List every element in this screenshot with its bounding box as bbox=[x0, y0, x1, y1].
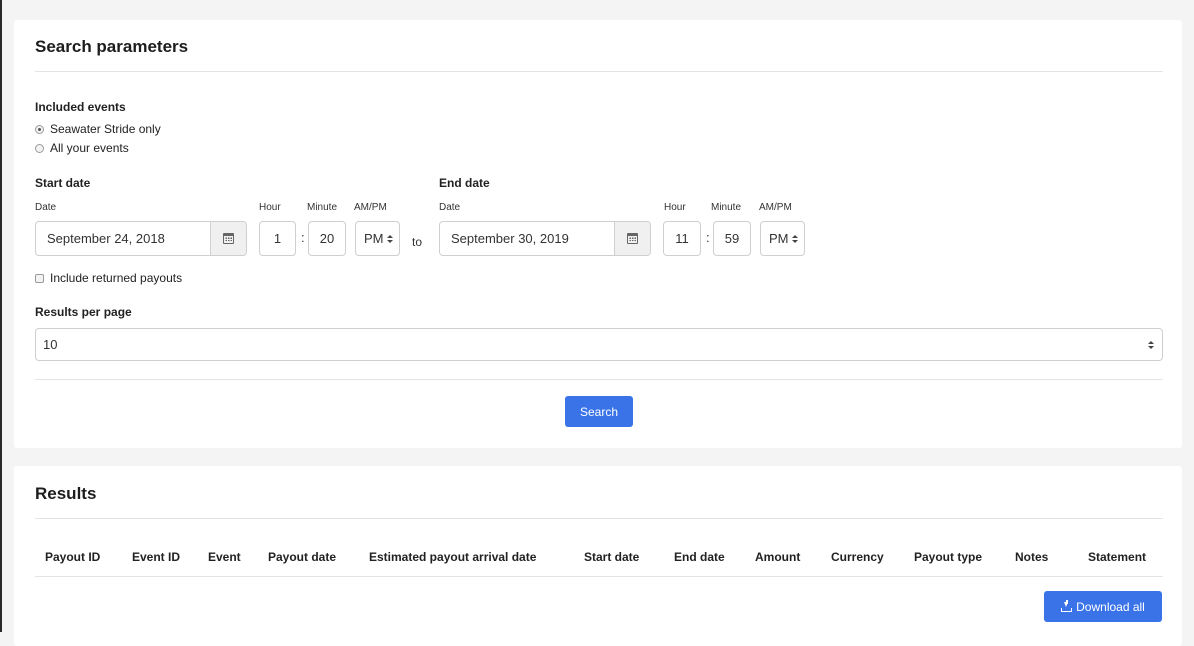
divider bbox=[35, 379, 1163, 380]
left-edge-bar bbox=[0, 0, 2, 632]
end-date-label: End date bbox=[439, 176, 490, 190]
radio-label: Seawater Stride only bbox=[50, 122, 161, 136]
start-date-sublabel: Date bbox=[35, 202, 57, 213]
start-hour-input[interactable]: 1 bbox=[259, 221, 296, 256]
calendar-icon bbox=[627, 233, 638, 244]
divider bbox=[35, 518, 1163, 519]
end-ampm-value: PM bbox=[769, 231, 789, 246]
results-per-page-select[interactable]: 10 bbox=[35, 328, 1163, 361]
start-minute-value: 20 bbox=[319, 231, 335, 246]
end-date-picker-button[interactable] bbox=[614, 222, 650, 255]
column-header-currency[interactable]: Currency bbox=[831, 550, 884, 564]
include-returned-payouts-checkbox[interactable]: Include returned payouts bbox=[35, 271, 182, 285]
column-header-payout-type[interactable]: Payout type bbox=[914, 550, 982, 564]
checkbox-label: Include returned payouts bbox=[50, 271, 183, 285]
column-header-start-date[interactable]: Start date bbox=[584, 550, 639, 564]
chevron-up-down-icon bbox=[1148, 340, 1154, 349]
start-ampm-value: PM bbox=[364, 231, 384, 246]
end-date-value: September 30, 2019 bbox=[451, 231, 569, 246]
end-hour-label: Hour bbox=[664, 202, 686, 213]
radio-button[interactable] bbox=[35, 124, 44, 134]
end-ampm-select[interactable]: PM bbox=[760, 221, 805, 256]
column-header-notes[interactable]: Notes bbox=[1015, 550, 1048, 564]
start-ampm-select[interactable]: PM bbox=[355, 221, 400, 256]
column-header-event-id[interactable]: Event ID bbox=[132, 550, 180, 564]
end-minute-label: Minute bbox=[711, 202, 742, 213]
start-hour-label: Hour bbox=[259, 202, 281, 213]
divider bbox=[35, 71, 1163, 72]
results-card: Results Payout ID Event ID Event Payout … bbox=[14, 466, 1182, 646]
radio-all-your-events[interactable]: All your events bbox=[35, 141, 129, 155]
search-parameters-card: Search parameters Included events Seawat… bbox=[14, 20, 1182, 448]
table-header-divider bbox=[35, 576, 1163, 577]
radio-label: All your events bbox=[50, 141, 129, 155]
date-range-separator: to bbox=[412, 235, 423, 249]
download-all-label: Download all bbox=[1076, 599, 1145, 614]
chevron-up-down-icon bbox=[386, 234, 393, 243]
calendar-icon bbox=[223, 233, 234, 244]
end-minute-value: 59 bbox=[724, 231, 740, 246]
column-header-statement[interactable]: Statement bbox=[1088, 550, 1146, 564]
column-header-payout-date[interactable]: Payout date bbox=[268, 550, 336, 564]
download-icon bbox=[1061, 600, 1073, 612]
results-per-page-value: 10 bbox=[43, 337, 58, 352]
end-date-input[interactable]: September 30, 2019 bbox=[439, 221, 651, 256]
column-header-event[interactable]: Event bbox=[208, 550, 241, 564]
start-date-label: Start date bbox=[35, 176, 91, 190]
search-button[interactable]: Search bbox=[565, 396, 633, 427]
checkbox[interactable] bbox=[35, 273, 44, 283]
end-ampm-label: AM/PM bbox=[759, 202, 792, 213]
start-date-value: September 24, 2018 bbox=[47, 231, 165, 246]
start-minute-label: Minute bbox=[307, 202, 338, 213]
start-minute-input[interactable]: 20 bbox=[308, 221, 346, 256]
column-header-payout-id[interactable]: Payout ID bbox=[45, 550, 100, 564]
end-minute-input[interactable]: 59 bbox=[713, 221, 751, 256]
end-date-sublabel: Date bbox=[439, 202, 461, 213]
start-ampm-label: AM/PM bbox=[354, 202, 387, 213]
column-header-amount[interactable]: Amount bbox=[755, 550, 800, 564]
time-colon: : bbox=[706, 230, 710, 245]
radio-seawater-stride-only[interactable]: Seawater Stride only bbox=[35, 122, 161, 136]
end-hour-input[interactable]: 11 bbox=[663, 221, 701, 256]
included-events-label: Included events bbox=[35, 100, 126, 114]
end-hour-value: 11 bbox=[675, 231, 689, 246]
start-date-picker-button[interactable] bbox=[210, 222, 246, 255]
results-per-page-label: Results per page bbox=[35, 305, 132, 319]
radio-button[interactable] bbox=[35, 143, 44, 153]
column-header-estimated-arrival[interactable]: Estimated payout arrival date bbox=[369, 550, 536, 564]
start-hour-value: 1 bbox=[273, 231, 282, 246]
time-colon: : bbox=[301, 230, 305, 245]
column-header-end-date[interactable]: End date bbox=[674, 550, 725, 564]
start-date-input[interactable]: September 24, 2018 bbox=[35, 221, 247, 256]
download-all-button[interactable]: Download all bbox=[1044, 591, 1162, 622]
results-title: Results bbox=[35, 484, 97, 503]
chevron-up-down-icon bbox=[791, 234, 798, 243]
search-parameters-title: Search parameters bbox=[35, 37, 189, 56]
